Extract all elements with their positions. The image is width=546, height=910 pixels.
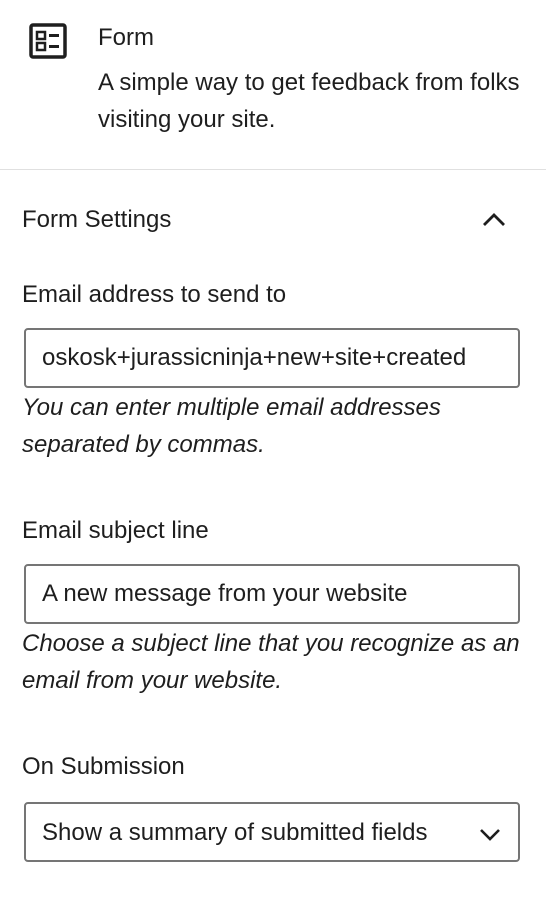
on-submission-label: On Submission	[22, 753, 185, 780]
subject-help: Choose a subject line that you recognize…	[22, 630, 520, 694]
block-card: Form A simple way to get feedback from f…	[0, 0, 546, 170]
block-title: Form	[98, 24, 154, 51]
panel-toggle-button[interactable]	[474, 200, 514, 240]
subject-label: Email subject line	[22, 517, 209, 544]
panel-title: Form Settings	[22, 206, 172, 233]
email-to-label: Email address to send to	[22, 281, 287, 308]
email-to-input[interactable]	[24, 328, 520, 388]
email-to-help: You can enter multiple email addresses s…	[22, 394, 441, 458]
subject-input[interactable]	[24, 564, 520, 624]
form-block-icon	[28, 22, 68, 62]
chevron-down-icon	[480, 829, 500, 841]
block-description: A simple way to get feedback from folks …	[98, 69, 520, 133]
form-settings-panel-header[interactable]: Form Settings	[0, 192, 546, 248]
chevron-up-icon	[483, 213, 505, 226]
on-submission-select[interactable]: Show a summary of submitted fields	[24, 802, 520, 862]
on-submission-selected-value: Show a summary of submitted fields	[42, 819, 428, 846]
